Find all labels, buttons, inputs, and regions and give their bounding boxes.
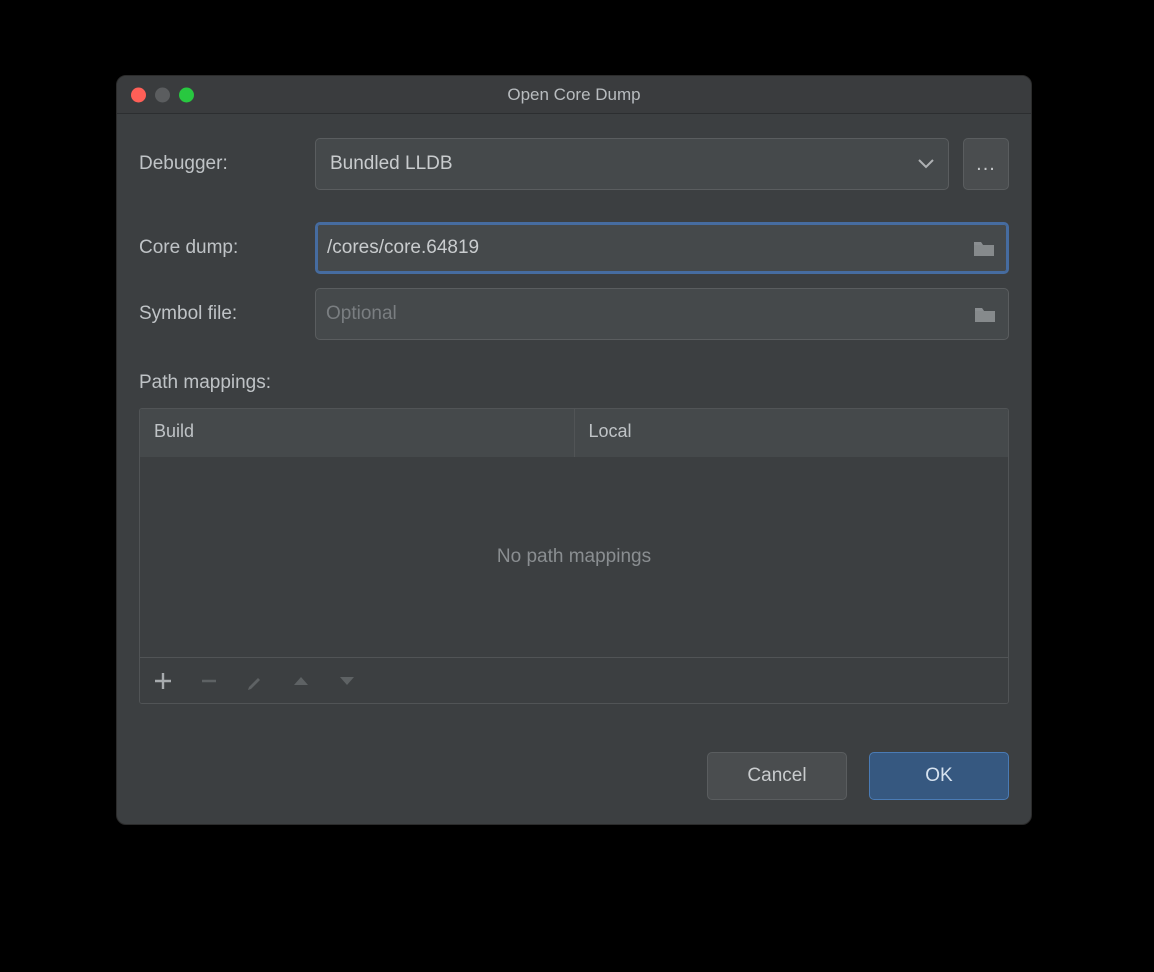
debugger-row: Debugger: Bundled LLDB ... [139,138,1009,190]
core-dump-input[interactable] [327,237,957,259]
dialog-footer: Cancel OK [117,714,1031,824]
symbol-file-row: Symbol file: [139,288,1009,340]
debugger-value: Bundled LLDB [330,153,453,175]
core-dump-input-wrap [315,222,1009,274]
path-mappings-table: Build Local No path mappings [139,408,1009,704]
move-down-button[interactable] [336,670,358,692]
symbol-file-input-wrap [315,288,1009,340]
maximize-window-icon[interactable] [179,87,194,102]
folder-icon[interactable] [973,239,995,257]
dialog-title: Open Core Dump [117,85,1031,105]
add-mapping-button[interactable] [152,670,174,692]
close-window-icon[interactable] [131,87,146,102]
folder-icon[interactable] [974,305,996,323]
ok-button-label: OK [925,765,952,787]
dialog-content: Debugger: Bundled LLDB ... Core dump: [117,114,1031,714]
debugger-label: Debugger: [139,153,315,175]
ok-button[interactable]: OK [869,752,1009,800]
symbol-file-label: Symbol file: [139,303,315,325]
table-toolbar [140,657,1008,703]
symbol-file-input[interactable] [326,303,958,325]
column-build[interactable]: Build [140,409,575,457]
table-body-empty: No path mappings [140,457,1008,657]
open-core-dump-dialog: Open Core Dump Debugger: Bundled LLDB ..… [116,75,1032,825]
empty-text: No path mappings [497,546,651,568]
minimize-window-icon [155,87,170,102]
debugger-select[interactable]: Bundled LLDB [315,138,949,190]
core-dump-label: Core dump: [139,237,315,259]
cancel-button[interactable]: Cancel [707,752,847,800]
titlebar: Open Core Dump [117,76,1031,114]
edit-mapping-button[interactable] [244,670,266,692]
ellipsis-icon: ... [976,153,996,176]
path-mappings-label: Path mappings: [139,372,1009,394]
window-controls [131,87,194,102]
move-up-button[interactable] [290,670,312,692]
table-header: Build Local [140,409,1008,457]
remove-mapping-button[interactable] [198,670,220,692]
chevron-down-icon [918,159,934,169]
column-local[interactable]: Local [575,409,1009,457]
debugger-more-button[interactable]: ... [963,138,1009,190]
cancel-button-label: Cancel [747,765,806,787]
core-dump-row: Core dump: [139,222,1009,274]
